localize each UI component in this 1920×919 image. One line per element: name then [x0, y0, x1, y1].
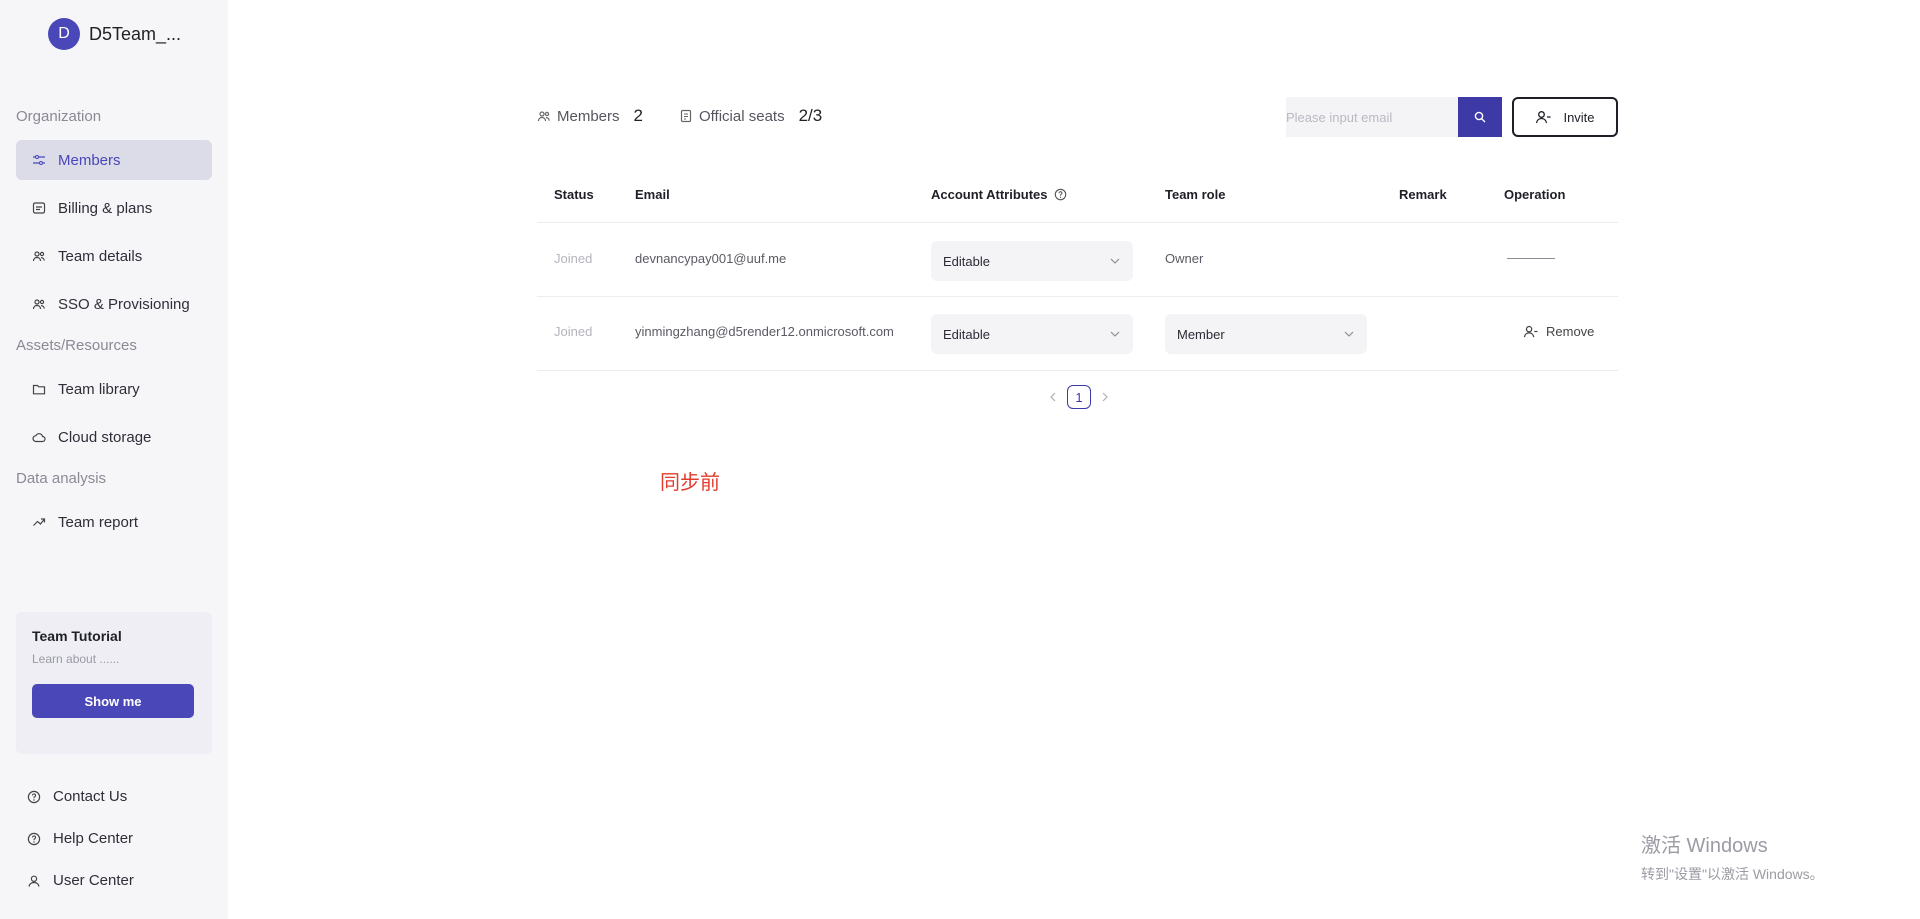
column-header-status: Status [554, 187, 594, 202]
account-attributes-select[interactable]: Editable [931, 314, 1133, 354]
chevron-right-icon [1102, 392, 1108, 402]
question-circle-icon [27, 790, 41, 803]
sidebar-item-label: SSO & Provisioning [58, 295, 190, 313]
status-cell: Joined [554, 251, 593, 266]
status-cell: Joined [554, 324, 593, 339]
sidebar-item-team-report[interactable]: Team report [16, 502, 212, 542]
prev-page-button[interactable] [1047, 391, 1059, 403]
remove-user-icon [1523, 325, 1538, 338]
no-operation-dash [1507, 258, 1555, 259]
billing-icon [32, 201, 46, 215]
team-avatar: D [48, 18, 80, 50]
column-header-operation: Operation [1504, 187, 1566, 202]
sidebar-item-label: Members [58, 151, 121, 169]
section-label-data: Data analysis [16, 470, 107, 487]
sidebar-item-team-details[interactable]: Team details [16, 236, 212, 276]
members-label: Members [557, 107, 620, 125]
remove-label: Remove [1546, 324, 1595, 339]
watermark-subtitle: 转到"设置"以激活 Windows。 [1641, 866, 1824, 882]
column-header-role: Team role [1165, 187, 1226, 202]
cloud-icon [32, 430, 46, 444]
sidebar-item-sso[interactable]: SSO & Provisioning [16, 284, 212, 324]
sidebar-item-cloud-storage[interactable]: Cloud storage [16, 417, 212, 457]
invite-label: Invite [1563, 109, 1595, 125]
user-center-link[interactable]: User Center [27, 872, 134, 889]
header-divider [537, 222, 1618, 223]
account-attributes-select[interactable]: Editable [931, 241, 1133, 281]
members-sliders-icon [32, 153, 46, 167]
members-stat: Members 2 [537, 106, 643, 126]
search-button[interactable] [1458, 97, 1502, 137]
column-header-email: Email [635, 187, 670, 202]
team-icon [32, 249, 46, 263]
email-cell: yinmingzhang@d5render12.onmicrosoft.com [635, 324, 894, 339]
sidebar-item-label: Billing & plans [58, 199, 153, 217]
account-attributes-value: Editable [943, 253, 990, 269]
sidebar-item-members[interactable]: Members [16, 140, 212, 180]
show-me-button[interactable]: Show me [32, 684, 194, 718]
team-role-select[interactable]: Member [1165, 314, 1367, 354]
chevron-down-icon [1110, 258, 1120, 264]
sidebar-item-label: Cloud storage [58, 428, 152, 446]
section-label-assets: Assets/Resources [16, 337, 137, 354]
role-cell: Owner [1165, 251, 1204, 266]
help-center-link[interactable]: Help Center [27, 830, 133, 847]
team-name: D5Team_... [89, 23, 182, 44]
column-header-remark: Remark [1399, 187, 1447, 202]
folder-icon [32, 382, 46, 396]
watermark-title: 激活 Windows [1641, 835, 1768, 857]
email-search-input[interactable] [1286, 97, 1458, 137]
invite-button[interactable]: Invite [1512, 97, 1618, 137]
remove-member-button[interactable]: Remove [1523, 324, 1594, 339]
tutorial-subtitle: Learn about ...... [32, 652, 120, 666]
sidebar: D D5Team_... Organization Members Billin… [0, 0, 228, 919]
sidebar-item-label: Team library [58, 380, 140, 398]
next-page-button[interactable] [1099, 391, 1111, 403]
user-center-label: User Center [53, 872, 134, 889]
sidebar-item-billing[interactable]: Billing & plans [16, 188, 212, 228]
email-cell: devnancypay001@uuf.me [635, 251, 787, 266]
sso-icon [32, 297, 46, 311]
page-number-current[interactable]: 1 [1067, 385, 1091, 409]
member-stats: Members 2 Official seats 2/3 [537, 106, 858, 126]
chevron-left-icon [1050, 392, 1056, 402]
column-header-attributes: Account Attributes [931, 187, 1067, 202]
chevron-down-icon [1344, 331, 1354, 337]
account-attributes-value: Editable [943, 326, 990, 342]
sidebar-item-team-library[interactable]: Team library [16, 369, 212, 409]
seat-icon [680, 109, 692, 123]
sidebar-item-label: Team report [58, 513, 139, 531]
trend-icon [32, 515, 46, 529]
members-count: 2 [633, 106, 643, 125]
tutorial-card: Team Tutorial Learn about ...... Show me [16, 612, 212, 754]
team-icon [537, 111, 550, 122]
column-header-attributes-label: Account Attributes [931, 187, 1048, 202]
row-divider [537, 296, 1618, 297]
contact-us-link[interactable]: Contact Us [27, 788, 127, 805]
tutorial-title: Team Tutorial [32, 628, 122, 644]
seats-count: 2/3 [798, 106, 823, 125]
chevron-down-icon [1110, 331, 1120, 337]
section-label-organization: Organization [16, 108, 102, 125]
windows-activation-watermark: 激活 Windows 转到"设置"以激活 Windows。 [1641, 829, 1824, 884]
help-center-label: Help Center [53, 830, 134, 847]
question-circle-icon[interactable] [1054, 188, 1067, 201]
team-switcher[interactable]: D D5Team_... [48, 18, 181, 50]
pagination: 1 [1047, 385, 1111, 409]
contact-us-label: Contact Us [53, 788, 128, 805]
team-role-value: Member [1177, 326, 1225, 342]
search-icon [1474, 111, 1486, 123]
question-circle-icon [27, 832, 41, 845]
sidebar-item-label: Team details [58, 247, 143, 265]
user-icon [28, 875, 40, 887]
add-user-icon [1536, 111, 1551, 124]
annotation-text: 同步前 [660, 470, 720, 494]
seats-stat: Official seats 2/3 [679, 106, 822, 126]
row-divider [537, 370, 1618, 371]
seats-label: Official seats [698, 107, 785, 125]
